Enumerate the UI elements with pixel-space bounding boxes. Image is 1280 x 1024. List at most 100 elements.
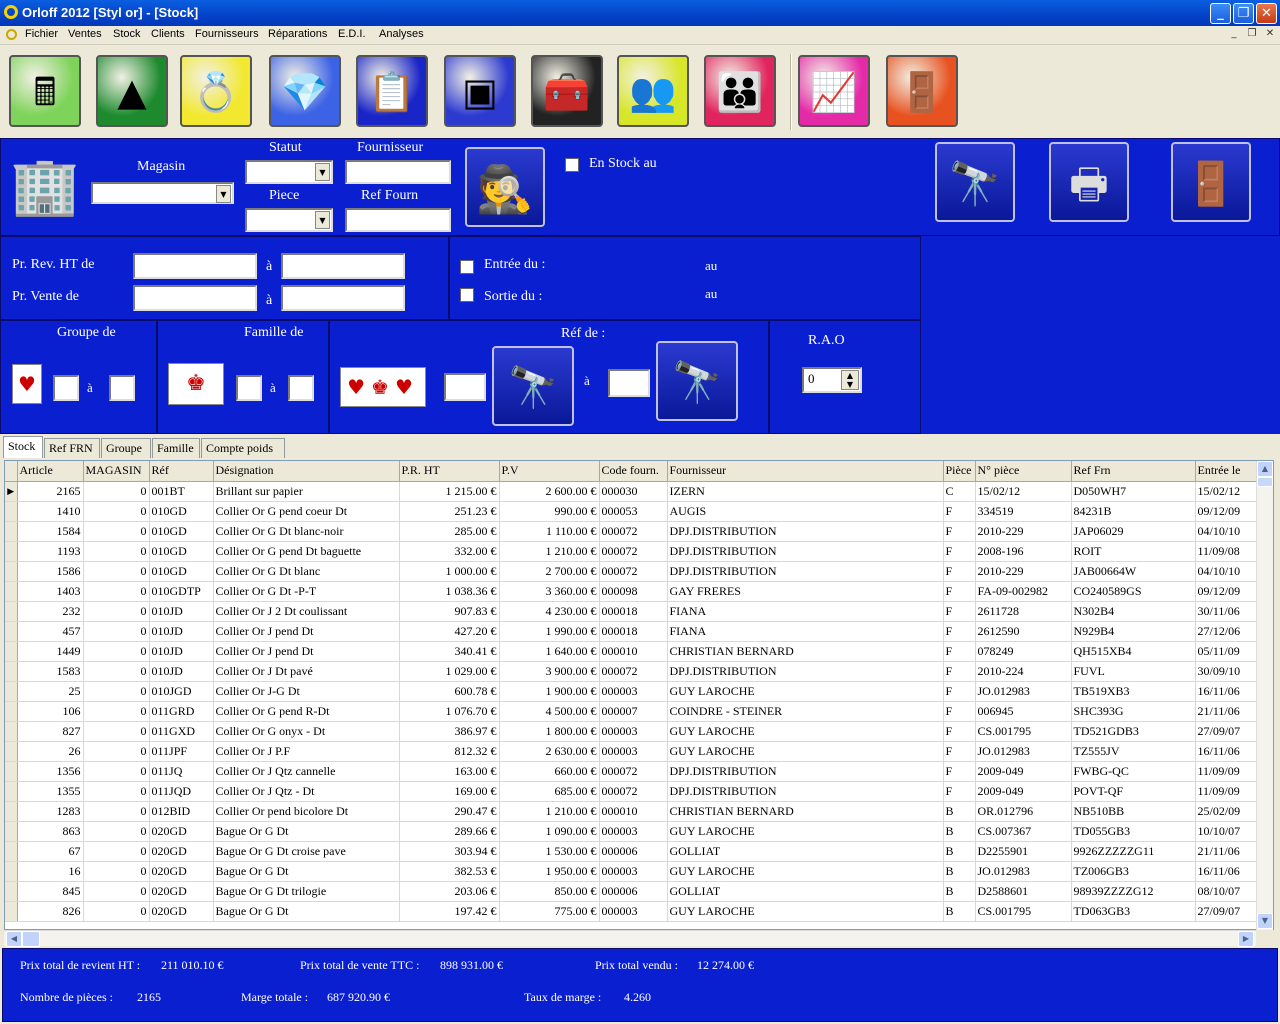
table-cell[interactable]: 16/11/06 xyxy=(1195,861,1258,882)
hscroll-thumb[interactable] xyxy=(22,931,40,947)
table-cell[interactable]: 000072 xyxy=(599,561,668,582)
menu-fournisseurs[interactable]: Fournisseurs xyxy=(195,28,259,40)
table-cell[interactable]: QH515XB4 xyxy=(1071,641,1196,662)
tab-famille[interactable]: Famille xyxy=(152,438,200,458)
table-cell[interactable]: Collier Or J P.F xyxy=(213,741,400,762)
table-cell[interactable]: F xyxy=(943,701,976,722)
column-header[interactable]: Désignation xyxy=(213,461,400,482)
table-cell[interactable]: F xyxy=(943,781,976,802)
table-cell[interactable]: 203.06 € xyxy=(399,881,500,902)
table-cell[interactable]: AUGIS xyxy=(667,501,944,522)
table-cell[interactable]: 0 xyxy=(83,681,150,702)
table-cell[interactable]: 1403 xyxy=(17,581,84,602)
table-cell[interactable]: JAP06029 xyxy=(1071,521,1196,542)
table-cell[interactable]: 15/02/12 xyxy=(1195,481,1258,502)
table-cell[interactable]: 26 xyxy=(17,741,84,762)
table-cell[interactable]: Collier Or G Dt blanc-noir xyxy=(213,521,400,542)
table-cell[interactable]: 000007 xyxy=(599,701,668,722)
table-cell[interactable]: 382.53 € xyxy=(399,861,500,882)
table-cell[interactable]: 0 xyxy=(83,661,150,682)
menu-fichier[interactable]: Fichier xyxy=(25,28,58,40)
row-indicator[interactable] xyxy=(5,621,18,642)
table-cell[interactable]: GUY LAROCHE xyxy=(667,721,944,742)
table-cell[interactable]: 457 xyxy=(17,621,84,642)
table-cell[interactable]: JO.012983 xyxy=(975,741,1072,762)
mdi-restore-button[interactable]: ❐ xyxy=(1244,28,1260,42)
row-indicator[interactable] xyxy=(5,681,18,702)
table-cell[interactable]: 106 xyxy=(17,701,84,722)
table-cell[interactable]: Bague Or G Dt xyxy=(213,821,400,842)
pr-vente-from-input[interactable] xyxy=(133,285,257,311)
ref-fourn-input[interactable] xyxy=(345,208,451,232)
table-cell[interactable]: GUY LAROCHE xyxy=(667,741,944,762)
table-cell[interactable]: Bague Or G Dt xyxy=(213,901,400,922)
table-cell[interactable]: DPJ.DISTRIBUTION xyxy=(667,661,944,682)
scroll-right-icon[interactable]: ▶ xyxy=(1238,931,1254,947)
table-cell[interactable]: 826 xyxy=(17,901,84,922)
column-header[interactable]: Ref Frn xyxy=(1071,461,1196,482)
ref-to-input[interactable] xyxy=(608,369,650,397)
table-cell[interactable]: F xyxy=(943,561,976,582)
scroll-down-icon[interactable]: ▼ xyxy=(1257,913,1273,929)
row-indicator[interactable] xyxy=(5,801,18,822)
table-cell[interactable]: 0 xyxy=(83,601,150,622)
toolbar-button-clipboard[interactable]: 📋 xyxy=(356,55,428,127)
table-cell[interactable]: GUY LAROCHE xyxy=(667,901,944,922)
toolbar-button-diamond[interactable]: 💎 xyxy=(269,55,341,127)
table-cell[interactable]: 000030 xyxy=(599,481,668,502)
table-cell[interactable]: 000098 xyxy=(599,581,668,602)
table-cell[interactable]: Bague Or G Dt trilogie xyxy=(213,881,400,902)
table-cell[interactable]: 000072 xyxy=(599,661,668,682)
row-indicator[interactable] xyxy=(5,861,18,882)
table-cell[interactable]: 285.00 € xyxy=(399,521,500,542)
table-row[interactable]: 457 0 010JD Collier Or J pend Dt 427.20 €1 9… xyxy=(5,621,1258,642)
column-header[interactable]: Article xyxy=(17,461,84,482)
entree-checkbox[interactable] xyxy=(460,260,474,274)
row-indicator[interactable] xyxy=(5,841,18,862)
tab-compte-poids[interactable]: Compte poids xyxy=(201,438,285,458)
column-header[interactable]: Code fourn. xyxy=(599,461,668,482)
table-cell[interactable]: 1 000.00 € xyxy=(399,561,500,582)
table-cell[interactable]: 21/11/06 xyxy=(1195,701,1258,722)
table-cell[interactable]: Collier Or J 2 Dt coulissant xyxy=(213,601,400,622)
table-cell[interactable]: 98939ZZZZG12 xyxy=(1071,881,1196,902)
tab-ref-frn[interactable]: Ref FRN xyxy=(44,438,100,458)
table-row[interactable]: 25 0 010JGD Collier Or J-G Dt 600.78 €1 900.… xyxy=(5,681,1258,702)
table-cell[interactable]: 27/09/07 xyxy=(1195,721,1258,742)
row-indicator[interactable] xyxy=(5,761,18,782)
table-cell[interactable]: F xyxy=(943,521,976,542)
table-cell[interactable]: 2165 xyxy=(17,481,84,502)
groupe-from-input[interactable] xyxy=(53,375,79,401)
table-cell[interactable]: 0 xyxy=(83,561,150,582)
table-cell[interactable]: 3 360.00 € xyxy=(499,581,600,602)
table-cell[interactable]: 000003 xyxy=(599,901,668,922)
scroll-up-icon[interactable]: ▲ xyxy=(1257,461,1273,477)
table-row[interactable]: 232 0 010JD Collier Or J 2 Dt coulissant 907… xyxy=(5,601,1258,622)
table-cell[interactable]: DPJ.DISTRIBUTION xyxy=(667,521,944,542)
table-cell[interactable]: 000006 xyxy=(599,841,668,862)
table-cell[interactable]: 2 600.00 € xyxy=(499,481,600,502)
table-cell[interactable]: JO.012983 xyxy=(975,681,1072,702)
tab-groupe[interactable]: Groupe xyxy=(101,438,151,458)
table-cell[interactable]: 1 900.00 € xyxy=(499,681,600,702)
table-cell[interactable]: 289.66 € xyxy=(399,821,500,842)
column-header[interactable]: P.V xyxy=(499,461,600,482)
table-cell[interactable]: 000053 xyxy=(599,501,668,522)
toolbar-button-pyramid[interactable]: ▲ xyxy=(96,55,168,127)
table-cell[interactable]: D050WH7 xyxy=(1071,481,1196,502)
chevron-down-icon[interactable]: ▼ xyxy=(315,163,330,181)
table-cell[interactable]: 011JQD xyxy=(149,781,214,802)
table-cell[interactable]: 0 xyxy=(83,521,150,542)
table-cell[interactable]: Collier Or J pend Dt xyxy=(213,621,400,642)
table-cell[interactable]: B xyxy=(943,861,976,882)
current-row-indicator-icon[interactable]: ▶ xyxy=(5,481,18,502)
table-cell[interactable]: F xyxy=(943,761,976,782)
toolbar-button-suppliers[interactable]: 👥 xyxy=(617,55,689,127)
mdi-minimize-button[interactable]: _ xyxy=(1226,28,1242,42)
table-cell[interactable]: 1 029.00 € xyxy=(399,661,500,682)
table-cell[interactable]: 010JGD xyxy=(149,681,214,702)
table-cell[interactable]: 1356 xyxy=(17,761,84,782)
table-cell[interactable]: 2010-229 xyxy=(975,561,1072,582)
table-cell[interactable]: 812.32 € xyxy=(399,741,500,762)
table-cell[interactable]: 011JQ xyxy=(149,761,214,782)
